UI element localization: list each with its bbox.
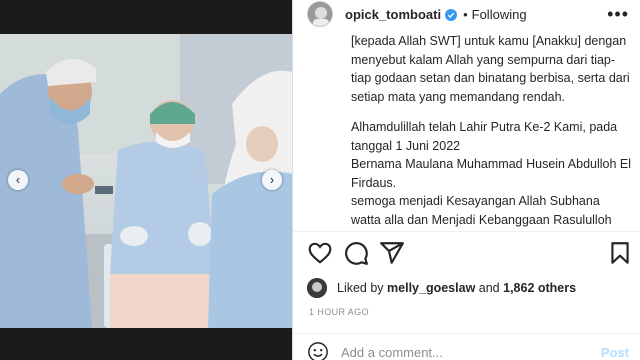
likes-summary: Liked by melly_goeslaw and 1,862 others xyxy=(307,278,576,298)
post-actions xyxy=(305,240,635,268)
caption-paragraph: Bernama Maulana Muhammad Husein Abdulloh… xyxy=(351,157,632,190)
comment-icon[interactable] xyxy=(343,240,369,266)
divider xyxy=(293,231,640,232)
comment-input[interactable] xyxy=(341,344,581,360)
post-timestamp[interactable]: 1 HOUR AGO xyxy=(309,307,369,317)
post-side-panel: opick_tomboati • Following ••• [kepada A… xyxy=(292,0,640,360)
caption-paragraph: Alhamdulillah telah Lahir Putra Ke-2 Kam… xyxy=(351,120,618,153)
share-send-icon[interactable] xyxy=(379,240,405,266)
avatar-image xyxy=(308,2,332,26)
liker-avatar[interactable] xyxy=(307,278,327,298)
liker-avatar-image xyxy=(307,278,327,298)
chevron-right-icon: › xyxy=(269,172,275,187)
likes-conjunction: and xyxy=(478,281,500,295)
following-button[interactable]: Following xyxy=(472,7,527,22)
caption-paragraph: [kepada Allah SWT] untuk kamu [Anakku] d… xyxy=(351,34,630,104)
header-separator: • xyxy=(463,6,468,22)
likes-prefix: Liked by xyxy=(337,281,384,295)
likes-count-link[interactable]: 1,862 others xyxy=(503,281,576,295)
emoji-icon[interactable] xyxy=(307,341,329,360)
more-options-icon[interactable]: ••• xyxy=(607,4,629,25)
caption-paragraph: semoga menjadi Kesayangan Allah Subhana … xyxy=(351,194,612,227)
post-caption: [kepada Allah SWT] untuk kamu [Anakku] d… xyxy=(351,32,633,230)
like-heart-icon[interactable] xyxy=(307,240,333,266)
carousel-next-button[interactable]: › xyxy=(262,170,282,190)
verified-badge-icon xyxy=(445,8,458,21)
photo-illustration xyxy=(0,34,292,328)
post-photo[interactable]: ‹ › xyxy=(0,34,292,328)
avatar[interactable] xyxy=(307,1,333,27)
comment-bar: Post xyxy=(307,340,637,360)
liker-username-link[interactable]: melly_goeslaw xyxy=(387,281,475,295)
chevron-left-icon: ‹ xyxy=(15,172,21,187)
username-link[interactable]: opick_tomboati xyxy=(345,7,441,22)
save-bookmark-icon[interactable] xyxy=(607,240,633,266)
divider xyxy=(293,333,640,334)
post-header: opick_tomboati • Following ••• xyxy=(293,0,640,28)
post-comment-button[interactable]: Post xyxy=(601,345,629,360)
carousel-prev-button[interactable]: ‹ xyxy=(8,170,28,190)
